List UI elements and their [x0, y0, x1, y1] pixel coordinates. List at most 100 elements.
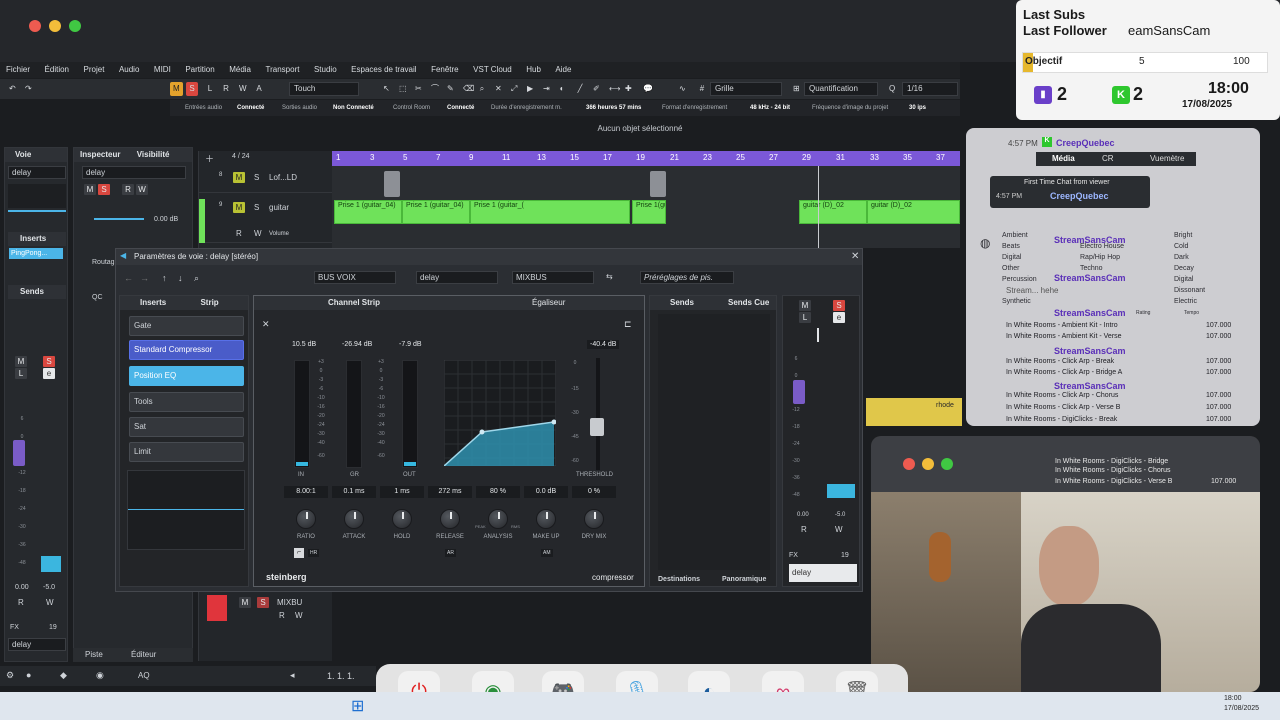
tab-channel-strip[interactable]: Channel Strip — [328, 296, 380, 310]
erase-icon[interactable]: ⌫ — [460, 82, 477, 96]
strip-slot-compressor[interactable]: Standard Compressor — [129, 340, 244, 360]
browser-track-3[interactable]: In White Rooms - Click Arp - Break — [1006, 358, 1114, 365]
presets-select[interactable]: Préréglages de pis. — [640, 271, 734, 284]
col-rating[interactable]: Rating — [1136, 310, 1150, 316]
midi-event-2[interactable] — [650, 171, 666, 197]
track-9-write[interactable]: W — [254, 229, 262, 238]
tag-bright[interactable]: Bright — [1174, 232, 1192, 239]
undo-icon[interactable]: ↶ — [6, 82, 19, 96]
makeup-knob[interactable] — [536, 509, 556, 529]
mute-global-button[interactable]: M — [170, 82, 183, 96]
left-read-button[interactable]: R — [18, 598, 24, 607]
tag-synthetic[interactable]: Synthetic — [1002, 298, 1031, 305]
compressor-settings-icon[interactable]: ⊏ — [624, 319, 632, 330]
left-insert-pingpong[interactable]: PingPong... — [9, 248, 63, 259]
browser-track-1[interactable]: In White Rooms - Ambient Kit - Intro — [1006, 322, 1118, 329]
range-select-icon[interactable]: ⬚ — [396, 82, 410, 96]
write-global-button[interactable]: W — [236, 82, 250, 96]
inspector-read-button[interactable]: R — [122, 184, 134, 195]
tag-decay[interactable]: Decay — [1174, 265, 1194, 272]
color-icon[interactable]: ◐ — [556, 82, 568, 96]
inspector-track-name[interactable]: delay — [82, 166, 186, 179]
channel-name-field[interactable]: delay — [416, 271, 498, 284]
strip-slot-gate[interactable]: Gate — [129, 316, 244, 336]
tag-electric[interactable]: Electric — [1174, 298, 1197, 305]
menu-fenetre[interactable]: Fenêtre — [425, 62, 465, 78]
tab-sends-cue[interactable]: Sends Cue — [728, 296, 769, 310]
track-9[interactable]: 9 M S guitar R W Volume — [199, 199, 333, 243]
audio-clip-3[interactable]: Prise 1 (guitar_( — [470, 200, 630, 224]
audio-clip-2[interactable]: Prise 1 (guitar_04) — [402, 200, 470, 224]
dialog-close-icon[interactable]: ✕ — [851, 251, 859, 262]
close-window-icon[interactable] — [29, 20, 41, 32]
left-inserts-header[interactable]: Inserts — [8, 232, 66, 246]
tab-inspecteur[interactable]: Inspecteur — [74, 150, 120, 159]
tag-digital-2[interactable]: Digital — [1174, 276, 1193, 283]
left-solo-button[interactable]: S — [43, 356, 55, 367]
output-routing-select[interactable]: MIXBUS — [512, 271, 594, 284]
add-track-icon[interactable]: ＋ — [205, 152, 214, 165]
quantize-value-select[interactable]: 1/16 — [902, 82, 958, 96]
audio-clip-6[interactable]: guitar (D)_02 — [867, 200, 960, 224]
aq-button[interactable]: AQ — [138, 671, 150, 680]
left-sends-header[interactable]: Sends — [8, 285, 66, 299]
left-volume-fader[interactable] — [13, 440, 25, 466]
threshold-fader-handle[interactable] — [590, 418, 604, 436]
inspector-mute-button[interactable]: M — [84, 184, 96, 195]
tag-other[interactable]: Other — [1002, 265, 1020, 272]
menu-fichier[interactable]: Fichier — [0, 62, 36, 78]
comp-tool-icon[interactable]: ⇥ — [540, 82, 553, 96]
audio-clip-4[interactable]: Prise 1(guitar_) — [632, 200, 666, 224]
dialog-write-button[interactable]: W — [835, 525, 843, 534]
trim-tool-icon[interactable]: ⟷ — [606, 82, 623, 96]
tag-digital[interactable]: Digital — [1002, 254, 1021, 261]
dialog-strip-name[interactable]: delay — [789, 564, 857, 582]
transport-settings-icon[interactable]: ⚙ — [6, 670, 14, 681]
compressor-curve-display[interactable] — [444, 360, 556, 466]
audio-clip-5[interactable]: guitar (D)_02 — [799, 200, 867, 224]
left-edit-button[interactable]: e — [43, 368, 55, 379]
release-knob[interactable] — [440, 509, 460, 529]
track-9-read[interactable]: R — [236, 229, 242, 238]
midi-event-1[interactable] — [384, 171, 400, 197]
inspector-qc-label[interactable]: QC — [92, 294, 103, 301]
menu-espaces[interactable]: Espaces de travail — [345, 62, 422, 78]
minimize-window-icon[interactable] — [49, 20, 61, 32]
col-tempo[interactable]: Tempo — [1184, 310, 1199, 316]
tab-media[interactable]: Média — [1052, 154, 1075, 163]
menu-hub[interactable]: Hub — [520, 62, 547, 78]
tab-vuemetre[interactable]: Vuemètre — [1150, 154, 1184, 163]
listen-global-button[interactable]: L — [204, 82, 216, 96]
tab-visibilite[interactable]: Visibilité — [123, 150, 170, 159]
hold-knob[interactable] — [392, 509, 412, 529]
grid-type-select[interactable]: Grille — [710, 82, 782, 96]
tag-beats[interactable]: Beats — [1002, 243, 1020, 250]
browser-track-5[interactable]: In White Rooms - Click Arp - Chorus — [1006, 392, 1118, 399]
menu-vstcloud[interactable]: VST Cloud — [467, 62, 518, 78]
speech-icon[interactable]: 💬 — [640, 82, 656, 96]
ratio-value[interactable]: 8.00:1 — [284, 486, 328, 498]
pencil-tool-icon[interactable]: ✐ — [590, 82, 603, 96]
menu-studio[interactable]: Studio — [308, 62, 343, 78]
strip-slot-limit[interactable]: Limit — [129, 442, 244, 462]
tag-dissonant[interactable]: Dissonant — [1174, 287, 1205, 294]
play-tool-icon[interactable]: ▶ — [524, 82, 536, 96]
sends-list[interactable] — [658, 314, 770, 570]
browser-track-4[interactable]: In White Rooms - Click Arp - Bridge A — [1006, 369, 1122, 376]
mixbus-mute[interactable]: M — [239, 597, 251, 608]
read-global-button[interactable]: R — [220, 82, 232, 96]
menu-aide[interactable]: Aide — [549, 62, 577, 78]
split-icon[interactable]: ✂ — [412, 82, 425, 96]
nav-down-icon[interactable]: ↓ — [178, 273, 183, 283]
tab-cr[interactable]: CR — [1102, 154, 1114, 163]
analysis-knob[interactable] — [488, 509, 508, 529]
nav-back-icon[interactable]: ← — [124, 273, 133, 283]
am-button[interactable]: AM — [541, 549, 553, 557]
tab-sends[interactable]: Sends — [670, 296, 694, 310]
menu-midi[interactable]: MIDI — [148, 62, 177, 78]
nav-up-icon[interactable]: ↑ — [162, 273, 167, 283]
tag-cold[interactable]: Cold — [1174, 243, 1188, 250]
strip-slot-position-eq[interactable]: Position EQ — [129, 366, 244, 386]
tab-egaliseur[interactable]: Égaliseur — [532, 296, 565, 310]
hr-button[interactable]: HR — [308, 549, 320, 557]
